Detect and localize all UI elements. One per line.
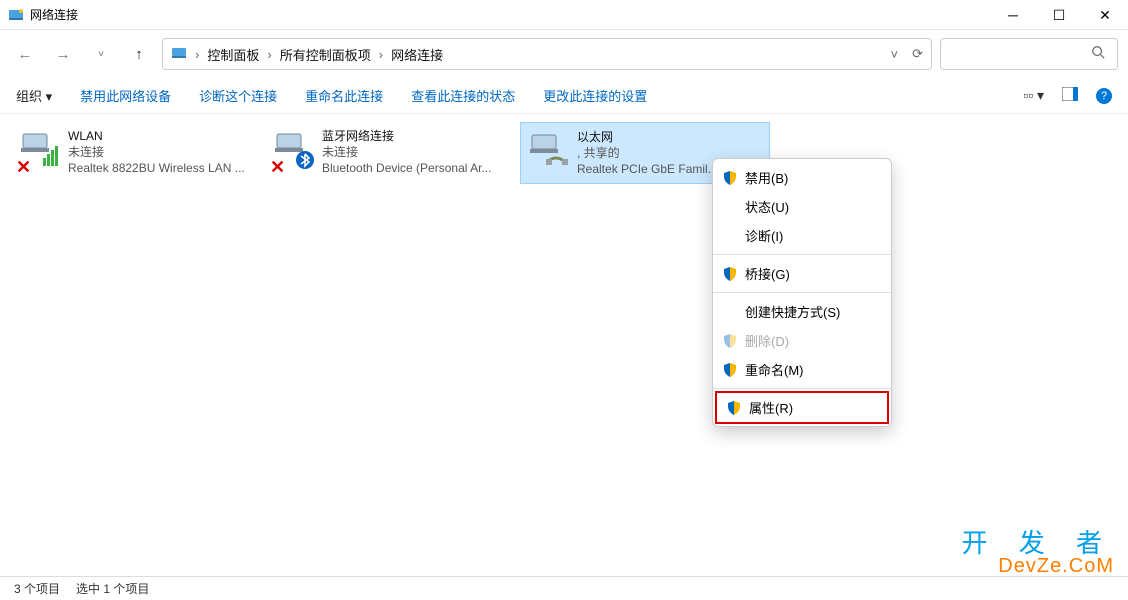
ctx-label: 删除(D) [745,331,789,350]
breadcrumb-leaf[interactable]: 网络连接 [391,45,443,64]
watermark-cn: 开 发 者 [962,530,1114,556]
ctx-label: 创建快捷方式(S) [745,302,840,321]
connection-wlan[interactable]: ✕ WLAN 未连接 Realtek 8822BU Wireless LAN .… [12,122,262,184]
error-icon: ✕ [270,157,285,178]
ctx-label: 状态(U) [745,197,789,216]
connection-status: 未连接 [322,144,491,160]
connection-name: WLAN [68,128,245,144]
ctx-status[interactable]: 状态(U) [713,192,891,221]
connection-bluetooth[interactable]: ✕ 蓝牙网络连接 未连接 Bluetooth Device (Personal … [266,122,516,184]
address-dropdown-icon[interactable]: ˅ [891,47,899,62]
cmd-diagnose[interactable]: 诊断这个连接 [199,86,277,105]
ctx-diagnose[interactable]: 诊断(I) [713,221,891,250]
up-button[interactable]: ↑ [124,39,154,69]
adapter-icon: ✕ [16,128,62,176]
search-input[interactable] [940,38,1118,70]
nav-row: ← → ˅ ↑ › 控制面板 › 所有控制面板项 › 网络连接 ˅ ⟳ [0,30,1128,78]
title-bar: 网络连接 ─ ☐ ✕ [0,0,1128,30]
ctx-label: 重命名(M) [745,360,804,379]
breadcrumb-root[interactable]: 控制面板 [207,45,259,64]
breadcrumb-sep: › [193,47,201,62]
cmd-settings[interactable]: 更改此连接的设置 [543,86,647,105]
cmd-disable[interactable]: 禁用此网络设备 [80,86,171,105]
view-options-icon[interactable]: ▫▫ ▾ [1023,87,1044,104]
watermark: 开 发 者 DevZe.CoM [962,530,1114,576]
connection-status: , 共享的 [577,145,718,161]
connection-device: Realtek PCIe GbE Famil... [577,161,718,177]
minimize-button[interactable]: ─ [990,0,1036,30]
error-icon: ✕ [16,157,31,178]
ctx-delete: 删除(D) [713,326,891,355]
breadcrumb-sep: › [377,47,385,62]
ctx-properties[interactable]: 属性(R) [717,393,887,422]
cmd-rename[interactable]: 重命名此连接 [305,86,383,105]
watermark-en: DevZe.CoM [962,556,1114,576]
status-count: 3 个项目 [14,580,60,597]
address-icon [171,45,187,64]
ctx-rename[interactable]: 重命名(M) [713,355,891,384]
window-title: 网络连接 [30,6,78,23]
cmd-status[interactable]: 查看此连接的状态 [411,86,515,105]
organize-menu[interactable]: 组织 ▾ [16,86,52,105]
ctx-label: 禁用(B) [745,168,788,187]
connection-name: 蓝牙网络连接 [322,128,491,144]
recent-button[interactable]: ˅ [86,39,116,69]
ctx-shortcut[interactable]: 创建快捷方式(S) [713,297,891,326]
help-icon[interactable]: ? [1096,88,1112,104]
refresh-icon[interactable]: ⟳ [912,46,923,62]
ctx-label: 桥接(G) [745,264,790,283]
adapter-icon [525,129,571,177]
app-icon [8,7,24,23]
maximize-button[interactable]: ☐ [1036,0,1082,30]
forward-button: → [48,39,78,69]
ctx-disable[interactable]: 禁用(B) [713,163,891,192]
close-button[interactable]: ✕ [1082,0,1128,30]
breadcrumb-mid[interactable]: 所有控制面板项 [280,45,371,64]
breadcrumb-sep: › [265,47,273,62]
connections-area: ✕ WLAN 未连接 Realtek 8822BU Wireless LAN .… [0,114,1128,184]
status-selected: 选中 1 个项目 [76,580,149,597]
preview-pane-icon[interactable] [1062,87,1078,104]
connection-device: Bluetooth Device (Personal Ar... [322,160,491,176]
status-bar: 3 个项目 选中 1 个项目 [0,576,1128,600]
connection-device: Realtek 8822BU Wireless LAN ... [68,160,245,176]
window-controls: ─ ☐ ✕ [990,0,1128,30]
address-bar[interactable]: › 控制面板 › 所有控制面板项 › 网络连接 ˅ ⟳ [162,38,932,70]
adapter-icon: ✕ [270,128,316,176]
ctx-bridge[interactable]: 桥接(G) [713,259,891,288]
ctx-label: 属性(R) [749,398,793,417]
ctx-label: 诊断(I) [745,226,783,245]
connection-name: 以太网 [577,129,718,145]
back-button[interactable]: ← [10,39,40,69]
context-menu: 禁用(B) 状态(U) 诊断(I) 桥接(G) 创建快捷方式(S) 删除(D) … [712,158,892,427]
command-bar: 组织 ▾ 禁用此网络设备 诊断这个连接 重命名此连接 查看此连接的状态 更改此连… [0,78,1128,114]
search-icon [1091,45,1105,64]
connection-status: 未连接 [68,144,245,160]
